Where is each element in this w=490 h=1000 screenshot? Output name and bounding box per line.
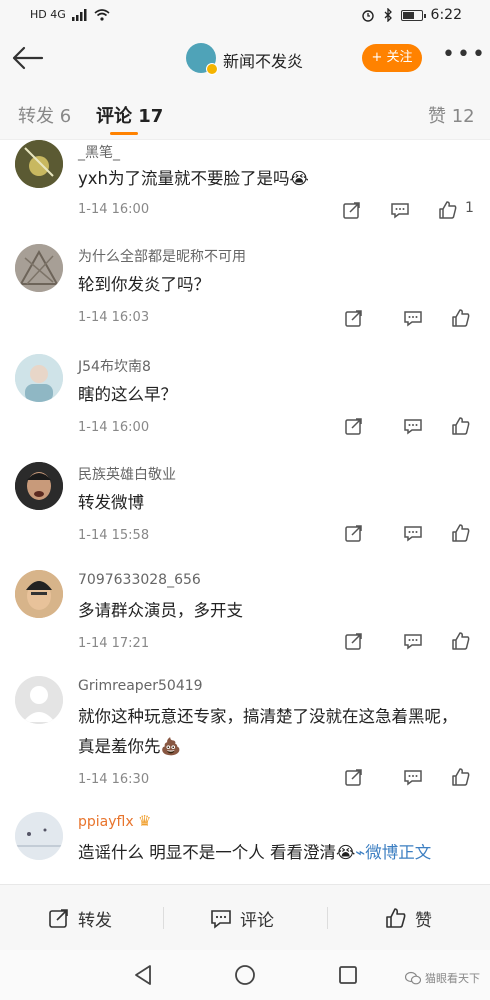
comment-time: 1-14 17:21: [78, 636, 150, 651]
avatar[interactable]: [15, 570, 63, 618]
comment-text: 就你这种玩意还专家，搞清楚了没就在这急着黑呢，真是羞你先💩: [78, 707, 458, 756]
vip-crown-icon: ♛: [138, 812, 152, 830]
comment-text: 轮到你发炎了吗？: [78, 275, 210, 294]
comment-like-icon[interactable]: [451, 416, 473, 438]
system-navigation-bar: 猫眼看天下: [0, 950, 490, 1000]
follow-button[interactable]: + 关注: [362, 44, 422, 72]
comment-repost-icon[interactable]: [344, 523, 366, 545]
comment-reply-icon[interactable]: [403, 523, 425, 545]
nav-back-icon[interactable]: [133, 964, 153, 986]
comment-text: 转发微博: [78, 493, 144, 512]
comment-like-count: 1: [465, 200, 474, 216]
comment-username[interactable]: 7097633028_656: [78, 572, 201, 588]
more-options-icon[interactable]: •••: [442, 44, 485, 72]
comment-text-body: 造谣什么 明显不是一个人 看看澄清😭: [78, 843, 356, 862]
comment-like-icon[interactable]: [451, 631, 473, 653]
comment-reply-icon[interactable]: [403, 308, 425, 330]
like-button[interactable]: 赞: [385, 885, 432, 951]
bluetooth-icon: [384, 8, 392, 22]
comment-username[interactable]: 民族英雄白敬业: [78, 464, 176, 484]
clock: 6:22: [430, 7, 462, 23]
wechat-logo-icon: [405, 971, 421, 985]
weibo-link[interactable]: ⌁微博正文: [355, 843, 431, 862]
comment-text: yxh为了流量就不要脸了是吗😭: [78, 169, 309, 188]
tab-comments[interactable]: 评论 17: [96, 102, 163, 128]
comment-icon: [211, 910, 231, 929]
comment-like-icon[interactable]: [438, 200, 460, 222]
alarm-icon: [361, 10, 374, 22]
avatar[interactable]: [15, 244, 63, 292]
comment-repost-icon[interactable]: [344, 308, 366, 330]
weibo-link-icon: ⌁: [355, 843, 366, 862]
comment-time: 1-14 16:30: [78, 772, 150, 787]
avatar[interactable]: [15, 462, 63, 510]
nav-recents-icon[interactable]: [338, 965, 358, 985]
comment-repost-icon[interactable]: [344, 416, 366, 438]
network-indicator: HD 4G: [30, 8, 66, 21]
comment-username[interactable]: _黑笔_: [78, 142, 120, 162]
watermark: 猫眼看天下: [405, 970, 480, 986]
account-avatar[interactable]: [186, 43, 218, 75]
divider: [163, 907, 164, 929]
comment-time: 1-14 16:00: [78, 420, 150, 435]
comment-time: 1-14 15:58: [78, 528, 150, 543]
comment-username[interactable]: J54布坎南8: [78, 356, 151, 376]
comment-username[interactable]: Grimreaper50419: [78, 678, 203, 694]
comment-username[interactable]: 为什么全部都是昵称不可用: [78, 246, 246, 266]
tab-likes[interactable]: 赞 12: [428, 102, 475, 128]
avatar[interactable]: [15, 354, 63, 402]
comment-reply-icon[interactable]: [403, 767, 425, 789]
comment-text: 瞎的这么早？: [78, 385, 177, 404]
avatar[interactable]: [15, 676, 63, 724]
back-arrow-icon: [12, 46, 44, 70]
tab-reposts[interactable]: 转发 6: [18, 102, 71, 128]
comment-repost-icon[interactable]: [342, 200, 364, 222]
active-tab-indicator: [110, 132, 138, 135]
repost-icon: [49, 909, 68, 928]
battery-icon: [400, 9, 426, 21]
comment-text: 造谣什么 明显不是一个人 看看澄清😭⌁微博正文: [78, 838, 473, 868]
divider: [327, 907, 328, 929]
status-bar: HD 4G 6:22: [0, 0, 490, 32]
comment-reply-icon[interactable]: [403, 416, 425, 438]
navigation-bar: 新闻不发炎 + 关注 •••: [0, 32, 490, 86]
back-button[interactable]: [10, 42, 46, 74]
avatar[interactable]: [15, 812, 63, 860]
comment-like-icon[interactable]: [451, 523, 473, 545]
comment-text: 多请群众演员，多开支: [78, 601, 243, 620]
nav-home-icon[interactable]: [234, 964, 256, 986]
tab-bar: 转发 6 评论 17 赞 12: [0, 86, 490, 140]
comment-like-icon[interactable]: [451, 767, 473, 789]
comment-like-icon[interactable]: [451, 308, 473, 330]
comment-button[interactable]: 评论: [210, 885, 274, 951]
account-name[interactable]: 新闻不发炎: [223, 48, 303, 72]
comment-username[interactable]: ppiayflx: [78, 814, 134, 830]
comment-repost-icon[interactable]: [344, 631, 366, 653]
repost-button[interactable]: 转发: [48, 885, 112, 951]
verified-badge-icon: [206, 63, 218, 75]
comment-reply-icon[interactable]: [403, 631, 425, 653]
wifi-icon: [94, 8, 110, 21]
signal-icon: [71, 8, 87, 21]
like-icon: [386, 908, 406, 928]
avatar[interactable]: [15, 140, 63, 188]
bottom-action-bar: 转发 评论 赞: [0, 884, 490, 950]
comment-repost-icon[interactable]: [344, 767, 366, 789]
comment-time: 1-14 16:00: [78, 202, 150, 217]
comment-reply-icon[interactable]: [390, 200, 412, 222]
comment-time: 1-14 16:03: [78, 310, 150, 325]
